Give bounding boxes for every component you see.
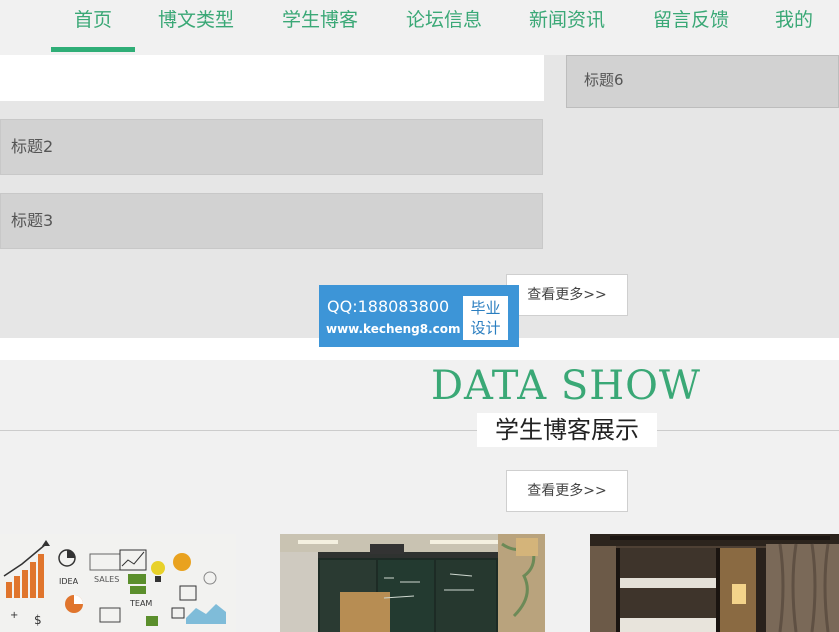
news-more-button[interactable]: 查看更多>> [506, 274, 628, 316]
svg-text:TEAM: TEAM [129, 599, 152, 608]
page: 首页 博文类型 学生博客 论坛信息 新闻资讯 留言反馈 我的 标题2 标题3 标… [0, 0, 839, 632]
top-nav: 首页 博文类型 学生博客 论坛信息 新闻资讯 留言反馈 我的 [0, 0, 839, 55]
news-side-item[interactable]: 标题6 [566, 55, 839, 108]
classroom-chalkboard-image[interactable] [280, 534, 545, 632]
nav-item-forum[interactable]: 论坛信息 [398, 0, 490, 52]
nav-item-news[interactable]: 新闻资讯 [521, 0, 613, 52]
svg-text:SALES: SALES [94, 575, 119, 584]
watermark-badge-line2: 设计 [470, 319, 501, 337]
svg-text:$: $ [34, 613, 42, 627]
watermark-banner: QQ:188083800 www.kecheng8.com 毕业 设计 [319, 285, 519, 347]
data-show-divider [0, 430, 839, 431]
data-show-title: DATA SHOW [430, 363, 702, 409]
watermark-badge-line1: 毕业 [470, 299, 501, 317]
watermark-badge: 毕业 设计 [463, 296, 508, 340]
data-show-subtitle: 学生博客展示 [477, 413, 657, 447]
nav-item-feedback[interactable]: 留言反馈 [645, 0, 737, 52]
nav-item-student-blogs[interactable]: 学生博客 [274, 0, 366, 52]
dormitory-bunk-bed-image[interactable] [590, 534, 839, 632]
nav-item-blog-types[interactable]: 博文类型 [150, 0, 242, 52]
news-item[interactable]: 标题3 [0, 193, 543, 249]
nav-active-indicator [51, 47, 135, 52]
nav-item-mine[interactable]: 我的 [768, 0, 820, 52]
business-chart-doodle-graphic: IDEA SALES TEAM $ + [0, 534, 236, 632]
news-item-blank [0, 55, 544, 101]
svg-text:IDEA: IDEA [59, 577, 79, 586]
business-chart-doodle-image[interactable]: IDEA SALES TEAM $ + [0, 534, 236, 632]
classroom-chalkboard-graphic [280, 534, 545, 632]
dormitory-bunk-bed-graphic [590, 534, 839, 632]
watermark-url: www.kecheng8.com [326, 322, 461, 336]
data-show-more-button[interactable]: 查看更多>> [506, 470, 628, 512]
news-item[interactable]: 标题2 [0, 119, 543, 175]
svg-text:+: + [10, 610, 18, 621]
watermark-qq: QQ:188083800 [327, 297, 450, 316]
nav-item-home[interactable]: 首页 [51, 0, 135, 52]
